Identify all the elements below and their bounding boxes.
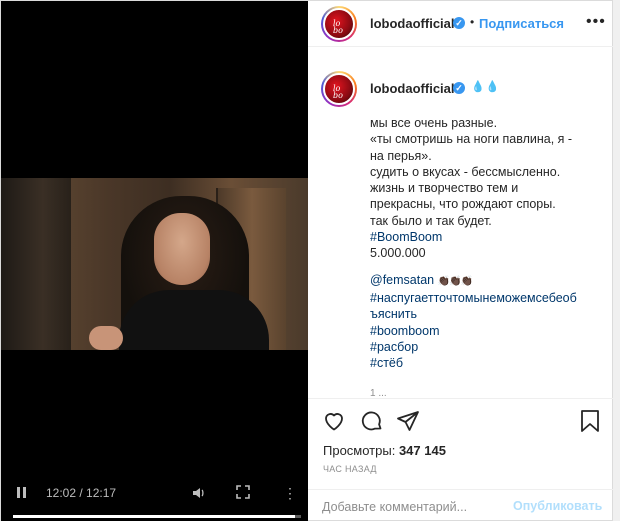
page-scrollbar[interactable] xyxy=(613,0,620,521)
hashtag-link[interactable]: #BoomBoom xyxy=(370,229,602,245)
fullscreen-icon[interactable] xyxy=(236,485,250,499)
verified-icon: ✓ xyxy=(453,17,465,29)
pause-icon[interactable] xyxy=(17,485,29,499)
caption-gap xyxy=(370,262,602,272)
post-caption: lo bo lobodaofficial ✓ 💧💧 мы все очень ра… xyxy=(308,61,614,399)
hashtag-link[interactable]: #наспугаетточтомынеможемсебеоб xyxy=(370,290,602,306)
video-progress-fill xyxy=(13,515,296,518)
username-link[interactable]: lobodaofficial xyxy=(370,16,455,31)
hashtag-link[interactable]: ъяснить xyxy=(370,306,602,322)
hashtag-link[interactable]: #расбор xyxy=(370,339,602,355)
video-person-face xyxy=(154,213,210,285)
caption-verified-icon: ✓ xyxy=(453,82,465,94)
more-horizontal-icon[interactable]: ••• xyxy=(586,13,606,31)
caption-line: судить о вкусах - бессмысленно. xyxy=(370,164,561,179)
caption-line: на перья». xyxy=(370,148,432,163)
volume-icon[interactable] xyxy=(191,485,207,501)
instagram-post-modal: 12:02 / 12:17 ⋮ lo bo lobodaofficial ✓ • … xyxy=(0,0,614,521)
follow-button[interactable]: Подписаться xyxy=(479,16,564,31)
caption-text: мы все очень разные. «ты смотришь на ног… xyxy=(370,115,602,371)
caption-line: жизнь и творчество тем и xyxy=(370,181,519,196)
views-label: Просмотры: xyxy=(323,443,396,458)
video-person-body xyxy=(119,290,269,350)
video-person-hand xyxy=(89,326,123,350)
comment-bar: Опубликовать xyxy=(308,489,614,521)
caption-line: «ты смотришь на ноги павлина, я - xyxy=(370,132,573,147)
mention-link[interactable]: @femsatan xyxy=(370,273,434,287)
post-side-panel: lo bo lobodaofficial ✓ • Подписаться ••• … xyxy=(308,1,614,521)
avatar[interactable]: lo bo xyxy=(321,6,357,42)
share-icon[interactable] xyxy=(396,409,420,433)
video-player[interactable]: 12:02 / 12:17 ⋮ xyxy=(1,1,308,521)
video-frame[interactable] xyxy=(1,178,308,350)
header-dot: • xyxy=(470,15,475,29)
post-timestamp[interactable]: ЧАС НАЗАД xyxy=(323,464,377,474)
caption-line: так было и так будет. xyxy=(370,213,492,228)
caption-line: мы все очень разные. xyxy=(370,116,498,130)
publish-button[interactable]: Опубликовать xyxy=(513,499,602,513)
post-actions xyxy=(308,398,614,442)
video-time: 12:02 / 12:17 xyxy=(46,486,117,500)
comment-input[interactable] xyxy=(322,498,512,516)
video-controls: 12:02 / 12:17 ⋮ xyxy=(1,481,308,505)
clap-emoji: 👏🏿👏🏿👏🏿 xyxy=(437,275,473,287)
comment-icon[interactable] xyxy=(360,409,384,433)
caption-avatar[interactable]: lo bo xyxy=(321,71,357,107)
drops-emoji: 💧💧 xyxy=(471,81,501,93)
more-vertical-icon[interactable]: ⋮ xyxy=(283,485,297,501)
views-value: 347 145 xyxy=(398,443,446,458)
hashtag-link[interactable]: #boomboom xyxy=(370,323,602,339)
video-door xyxy=(1,178,71,350)
post-header: lo bo lobodaofficial ✓ • Подписаться ••• xyxy=(308,1,614,47)
caption-count: 5.000.000 xyxy=(370,246,426,261)
caption-line: прекрасны, что рождают споры. xyxy=(370,197,556,212)
caption-username-link[interactable]: lobodaofficial xyxy=(370,81,455,96)
heart-icon[interactable] xyxy=(322,409,346,433)
bookmark-icon[interactable] xyxy=(578,409,602,433)
hashtag-link[interactable]: #стёб xyxy=(370,355,602,371)
views-count[interactable]: Просмотры: 347 145 xyxy=(323,443,446,458)
video-progress-bar[interactable] xyxy=(13,515,301,518)
